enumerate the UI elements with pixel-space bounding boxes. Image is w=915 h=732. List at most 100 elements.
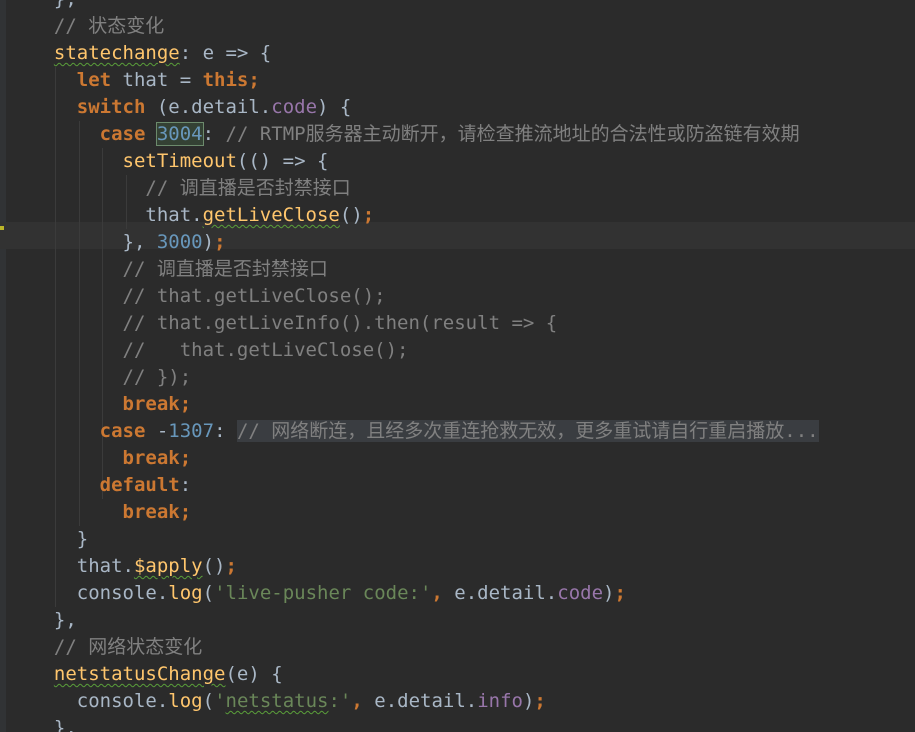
code-token: // 网络状态变化 (31, 636, 203, 658)
code-token: }, (31, 231, 157, 253)
code-token: 3004 (155, 122, 204, 146)
code-token: // }); (122, 366, 192, 388)
code-token: (() => { (236, 150, 329, 172)
code-token: , (431, 582, 443, 604)
code-token: } (31, 528, 89, 550)
code-line[interactable]: // 状态变化 (31, 13, 164, 40)
code-token: 'live-pusher code:' (214, 582, 432, 604)
code-line[interactable]: break; (31, 445, 192, 472)
code-token: ( (202, 582, 215, 604)
code-token: log (168, 690, 203, 712)
code-line[interactable]: // 调直播是否封禁接口 (31, 256, 328, 283)
editor-gutter (0, 0, 6, 732)
code-line[interactable]: switch (e.detail.code) { (31, 94, 352, 121)
code-token: getLiveClose (202, 204, 340, 226)
code-line[interactable]: }, (31, 0, 77, 13)
code-line[interactable]: let that = this; (31, 67, 260, 94)
code-token: // RTMP服务器主动断开，请检查推流地址的合法性或防盗链有效期 (225, 123, 800, 145)
code-line[interactable]: netstatusChange(e) { (31, 661, 283, 688)
code-line[interactable]: console.log('netstatus:', e.detail.info)… (31, 688, 546, 715)
code-token: (e.detail. (145, 96, 272, 118)
code-line[interactable]: // that.getLiveClose(); (31, 337, 409, 364)
code-token: break; (122, 447, 192, 469)
code-line[interactable]: // that.getLiveInfo().then(result => { (31, 310, 558, 337)
code-token: }, (31, 0, 77, 10)
code-line[interactable]: break; (31, 499, 192, 526)
code-line[interactable]: }, (31, 715, 77, 732)
code-token: // 状态变化 (31, 15, 165, 37)
code-line[interactable]: }, 3000); (31, 229, 226, 256)
code-token: ) (522, 690, 535, 712)
code-token: ; (248, 69, 260, 91)
code-line[interactable]: default: (31, 472, 192, 499)
code-token: // that.getLiveClose(); (122, 285, 386, 307)
code-token: netstatusChange (53, 663, 226, 685)
code-token: // that.getLiveInfo().then(result => { (122, 312, 558, 334)
code-token: code (557, 582, 604, 604)
code-token: console. (31, 690, 169, 712)
code-token: 3000 (156, 231, 203, 253)
code-token: that. (31, 555, 134, 577)
code-editor[interactable]: }, // 状态变化 statechange: e => { let that … (0, 0, 915, 732)
code-line[interactable]: statechange: e => { (31, 40, 271, 67)
bookmark-marker-icon (0, 226, 4, 230)
code-token: $apply (133, 555, 203, 577)
code-line[interactable]: // }); (31, 364, 192, 391)
code-line[interactable]: case 3004: // RTMP服务器主动断开，请检查推流地址的合法性或防盗… (31, 121, 800, 148)
code-line[interactable]: setTimeout(() => { (31, 148, 329, 175)
code-token: : (202, 123, 226, 145)
code-line[interactable]: // that.getLiveClose(); (31, 283, 386, 310)
code-line[interactable]: // 调直播是否封禁接口 (31, 175, 351, 202)
code-token: }, (31, 609, 77, 631)
code-line[interactable]: }, (31, 607, 77, 634)
code-token: : (214, 420, 237, 442)
code-token: () (339, 204, 363, 226)
code-token: break; (122, 393, 192, 415)
code-token: netstatus (225, 690, 329, 712)
code-token: ; (214, 231, 226, 253)
code-token: setTimeout (122, 150, 237, 172)
code-token: let (76, 69, 112, 91)
code-token: () (202, 555, 226, 577)
code-token: ; (534, 690, 546, 712)
code-token: // that.getLiveClose(); (122, 339, 409, 361)
code-line[interactable]: } (31, 526, 88, 553)
code-token: - (145, 420, 169, 442)
code-token: :' (328, 690, 352, 712)
code-token: ( (202, 690, 215, 712)
code-token: info (477, 690, 523, 712)
code-token: statechange (53, 42, 180, 64)
code-line[interactable]: that.$apply(); (31, 553, 237, 580)
code-token: switch (76, 96, 146, 118)
code-line[interactable]: // 网络状态变化 (31, 634, 202, 661)
code-line[interactable]: console.log('live-pusher code:', e.detai… (31, 580, 626, 607)
code-line[interactable]: case -1307: // 网络断连，且经多次重连抢救无效，更多重试请自行重启… (31, 418, 819, 445)
code-token: this (202, 69, 249, 91)
code-token: // 调直播是否封禁接口 (145, 177, 351, 199)
code-token: ; (614, 582, 626, 604)
code-token: e.detail. (442, 582, 558, 604)
code-token: that = (111, 69, 203, 91)
code-token: // 网络断连，且经多次重连抢救无效，更多重试请自行重启播放... (236, 420, 819, 442)
code-token: ; (225, 555, 237, 577)
code-token: // 调直播是否封禁接口 (122, 258, 328, 280)
code-token: : e => { (179, 42, 272, 64)
code-line[interactable]: break; (31, 391, 192, 418)
code-line[interactable]: that.getLiveClose(); (31, 202, 374, 229)
code-token: ) { (317, 96, 352, 118)
code-token: ' (214, 690, 226, 712)
